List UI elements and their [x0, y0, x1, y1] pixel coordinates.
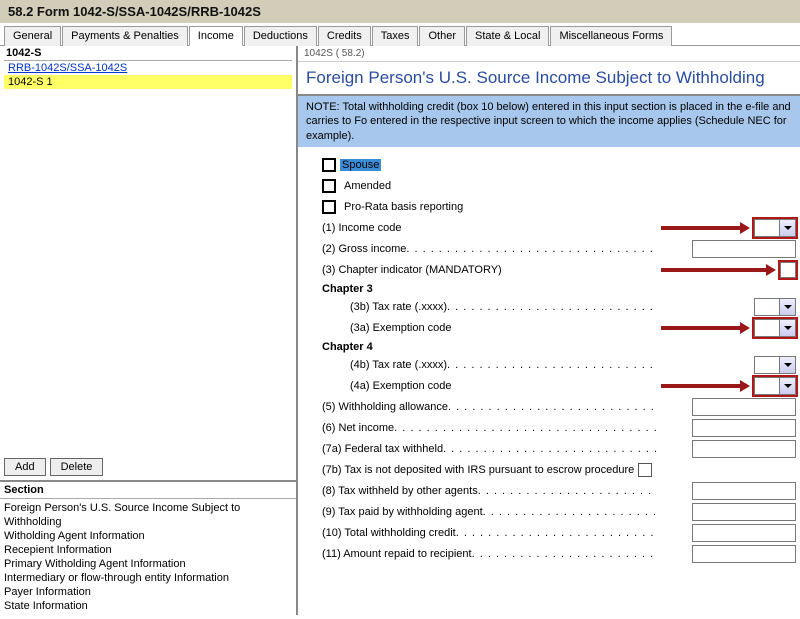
chevron-down-icon	[779, 378, 795, 394]
add-button[interactable]: Add	[4, 458, 46, 476]
label-3b-tax-rate: (3b) Tax rate (.xxxx)	[350, 301, 447, 313]
label-withholding-allowance: (5) Withholding allowance	[322, 401, 448, 413]
chevron-down-icon	[779, 357, 795, 373]
tab-other[interactable]: Other	[419, 26, 465, 46]
chapter-3-heading: Chapter 3	[302, 283, 796, 295]
breadcrumb: 1042S ( 58.2)	[298, 46, 800, 62]
arrow-icon	[661, 266, 776, 274]
label-net-income: (6) Net income	[322, 422, 394, 434]
delete-button[interactable]: Delete	[50, 458, 104, 476]
section-list: Foreign Person's U.S. Source Income Subj…	[0, 499, 296, 615]
arrow-icon	[661, 382, 750, 390]
tab-payments[interactable]: Payments & Penalties	[62, 26, 188, 46]
tree-selected[interactable]: 1042-S 1	[4, 75, 292, 89]
chevron-down-icon	[779, 299, 795, 315]
section-item[interactable]: State Information	[4, 599, 292, 613]
arrow-icon	[661, 324, 750, 332]
3a-exemption-dropdown[interactable]	[754, 319, 796, 337]
4a-exemption-dropdown[interactable]	[754, 377, 796, 395]
chapter-4-heading: Chapter 4	[302, 341, 796, 353]
tab-taxes[interactable]: Taxes	[372, 26, 419, 46]
form-title: Foreign Person's U.S. Source Income Subj…	[298, 62, 800, 96]
tab-state[interactable]: State & Local	[466, 26, 549, 46]
4b-tax-rate-dropdown[interactable]	[754, 356, 796, 374]
prorata-checkbox[interactable]	[322, 200, 336, 214]
amended-checkbox[interactable]	[322, 179, 336, 193]
tax-paid-input[interactable]	[692, 503, 796, 521]
label-chapter-indicator: (3) Chapter indicator (MANDATORY)	[322, 264, 502, 276]
title-bar: 58.2 Form 1042-S/SSA-1042S/RRB-1042S	[0, 0, 800, 23]
note-banner: NOTE: Total withholding credit (box 10 b…	[298, 96, 800, 147]
other-agents-input[interactable]	[692, 482, 796, 500]
label-11-repaid: (11) Amount repaid to recipient	[322, 548, 472, 560]
tab-general[interactable]: General	[4, 26, 61, 46]
escrow-checkbox[interactable]	[638, 463, 652, 477]
tab-misc[interactable]: Miscellaneous Forms	[550, 26, 672, 46]
tab-bar: General Payments & Penalties Income Dedu…	[0, 23, 800, 46]
arrow-icon	[661, 224, 750, 232]
tree-head: 1042-S	[4, 46, 292, 61]
3b-tax-rate-dropdown[interactable]	[754, 298, 796, 316]
section-header: Section	[0, 480, 296, 499]
label-8-other-agents: (8) Tax withheld by other agents	[322, 485, 478, 497]
tab-credits[interactable]: Credits	[318, 26, 371, 46]
section-item[interactable]: Withholding	[4, 515, 292, 529]
label-9-tax-paid: (9) Tax paid by withholding agent	[322, 506, 483, 518]
label-10-total-credit: (10) Total withholding credit	[322, 527, 456, 539]
section-item[interactable]: Witholding Agent Information	[4, 529, 292, 543]
chevron-down-icon	[779, 220, 795, 236]
label-gross-income: (2) Gross income	[322, 243, 406, 255]
tab-deductions[interactable]: Deductions	[244, 26, 317, 46]
section-item[interactable]: Foreign Person's U.S. Source Income Subj…	[4, 501, 292, 515]
prorata-label: Pro-Rata basis reporting	[340, 201, 463, 213]
label-7a-federal-tax: (7a) Federal tax withheld	[322, 443, 443, 455]
tree-view: 1042-S RRB-1042S/SSA-1042S 1042-S 1	[0, 46, 296, 89]
label-income-code: (1) Income code	[322, 222, 401, 234]
left-panel: 1042-S RRB-1042S/SSA-1042S 1042-S 1 Add …	[0, 46, 298, 615]
repaid-input[interactable]	[692, 545, 796, 563]
spouse-checkbox[interactable]	[322, 158, 336, 172]
label-4a-exemption: (4a) Exemption code	[350, 380, 452, 392]
section-item[interactable]: Intermediary or flow-through entity Info…	[4, 571, 292, 585]
income-code-dropdown[interactable]	[754, 219, 796, 237]
amended-label: Amended	[340, 180, 391, 192]
total-credit-input[interactable]	[692, 524, 796, 542]
label-4b-tax-rate: (4b) Tax rate (.xxxx)	[350, 359, 447, 371]
chevron-down-icon	[779, 320, 795, 336]
label-3a-exemption: (3a) Exemption code	[350, 322, 452, 334]
net-income-input[interactable]	[692, 419, 796, 437]
label-7b-escrow: (7b) Tax is not deposited with IRS pursu…	[322, 464, 634, 476]
form-panel: 1042S ( 58.2) Foreign Person's U.S. Sour…	[298, 46, 800, 615]
spouse-label: Spouse	[340, 159, 381, 171]
section-item[interactable]: Payer Information	[4, 585, 292, 599]
tree-link-rrb[interactable]: RRB-1042S/SSA-1042S	[4, 61, 292, 75]
section-item[interactable]: Recepient Information	[4, 543, 292, 557]
federal-tax-input[interactable]	[692, 440, 796, 458]
gross-income-input[interactable]	[692, 240, 796, 258]
section-item[interactable]: Primary Witholding Agent Information	[4, 557, 292, 571]
tab-income[interactable]: Income	[189, 26, 243, 46]
withholding-allowance-input[interactable]	[692, 398, 796, 416]
chapter-indicator-input[interactable]	[780, 262, 796, 278]
